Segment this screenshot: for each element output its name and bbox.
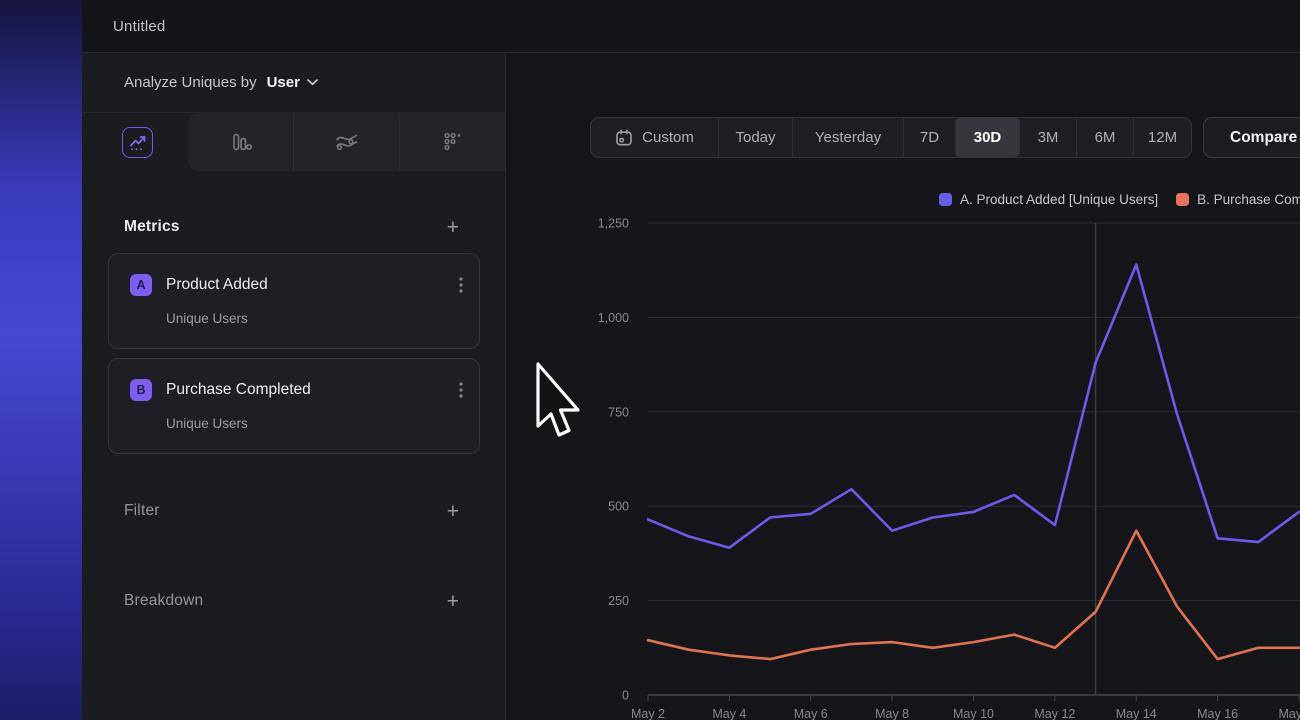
metric-options-button[interactable]: [459, 277, 463, 293]
tab-flow-chart[interactable]: [293, 113, 399, 171]
chart-type-tabs: [82, 113, 505, 171]
metrics-title: Metrics: [124, 218, 180, 236]
analyze-label: Analyze Uniques by: [124, 74, 257, 91]
metric-name: Product Added: [166, 276, 268, 294]
line-chart-canvas: 0 250 500 750 1,000 1,250 May 2 May 4 May 6 May 8…: [506, 53, 1300, 720]
add-filter-button[interactable]: +: [447, 501, 459, 522]
left-gradient-strip: [0, 0, 82, 720]
svg-text:1,250: 1,250: [598, 217, 629, 231]
chevron-down-icon: [307, 79, 318, 86]
svg-text:1,000: 1,000: [598, 311, 629, 325]
svg-text:May 18: May 18: [1279, 707, 1300, 720]
svg-text:500: 500: [608, 500, 629, 514]
svg-text:May 4: May 4: [712, 707, 746, 720]
add-metric-button[interactable]: +: [447, 217, 459, 238]
metric-badge-b: B: [130, 379, 152, 401]
report-title: Untitled: [113, 18, 165, 35]
metric-name: Purchase Completed: [166, 381, 311, 399]
filter-title: Filter: [124, 502, 160, 520]
analyze-entity-value: User: [267, 74, 300, 91]
top-bar: Untitled: [82, 0, 1300, 53]
chart-type-tab-group: [188, 113, 505, 171]
metric-card-product-added[interactable]: A Product Added Unique Users: [108, 253, 480, 349]
sidebar: Analyze Uniques by User: [82, 53, 506, 720]
analyze-entity-dropdown[interactable]: User: [267, 74, 318, 91]
tab-dot-grid[interactable]: [399, 113, 505, 171]
tab-line-chart[interactable]: [122, 127, 153, 158]
metric-measure[interactable]: Unique Users: [166, 311, 479, 326]
kebab-icon: [459, 382, 463, 398]
metric-badge-a: A: [130, 274, 152, 296]
svg-text:May 16: May 16: [1197, 707, 1238, 720]
kebab-icon: [459, 277, 463, 293]
tab-bar-chart[interactable]: [188, 113, 293, 171]
breakdown-title: Breakdown: [124, 592, 203, 610]
metric-measure[interactable]: Unique Users: [166, 416, 479, 431]
flow-chart-icon: [335, 133, 359, 151]
metric-card-purchase-completed[interactable]: B Purchase Completed Unique Users: [108, 358, 480, 454]
svg-text:May 14: May 14: [1116, 707, 1157, 720]
metrics-header: Metrics +: [108, 207, 480, 247]
svg-text:May 6: May 6: [794, 707, 828, 720]
add-breakdown-button[interactable]: +: [447, 591, 459, 612]
svg-text:May 2: May 2: [631, 707, 665, 720]
breakdown-section: Breakdown +: [108, 581, 480, 621]
svg-text:May 12: May 12: [1034, 707, 1075, 720]
svg-text:250: 250: [608, 594, 629, 608]
analyze-row: Analyze Uniques by User: [82, 53, 505, 113]
svg-text:May 10: May 10: [953, 707, 994, 720]
svg-text:750: 750: [608, 405, 629, 419]
bar-chart-icon: [230, 132, 252, 152]
chart-panel: Custom Today Yesterday 7D 30D 3M 6M 12M …: [506, 53, 1300, 720]
svg-text:0: 0: [622, 689, 629, 703]
dot-grid-icon: [443, 132, 463, 152]
filter-section: Filter +: [108, 491, 480, 531]
line-chart-icon: [129, 134, 147, 152]
svg-text:May 8: May 8: [875, 707, 909, 720]
metric-options-button[interactable]: [459, 382, 463, 398]
